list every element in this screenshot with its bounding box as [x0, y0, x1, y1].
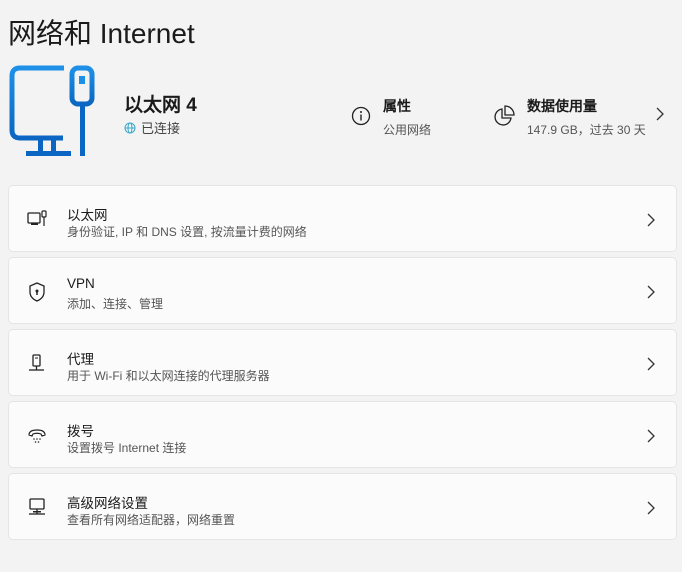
chevron-right-icon: [647, 501, 655, 515]
settings-item-3[interactable]: 拨号设置拨号 Internet 连接: [8, 401, 677, 468]
item-description: 添加、连接、管理: [67, 297, 164, 311]
info-icon: [351, 106, 371, 126]
chevron-right-icon: [647, 213, 655, 227]
chevron-right-icon: [647, 285, 655, 299]
settings-item-1[interactable]: VPN 添加、连接、管理: [8, 257, 677, 324]
proxy-icon: [29, 354, 44, 371]
item-label: VPN: [67, 276, 95, 291]
item-label: 代理: [67, 352, 94, 367]
properties-button[interactable]: 属性 公用网络: [351, 96, 431, 138]
settings-item-0[interactable]: 以太网身份验证, IP 和 DNS 设置, 按流量计费的网络: [8, 185, 677, 252]
data-usage-subtitle: 147.9 GB，过去 30 天: [527, 123, 646, 137]
item-description: 查看所有网络适配器，网络重置: [67, 513, 236, 527]
item-label: 高级网络设置: [67, 496, 148, 511]
ethernet-icon: [27, 210, 47, 226]
ethernet-monitor-icon: [9, 65, 95, 156]
pie-chart-icon: [494, 105, 515, 126]
globe-icon: [124, 122, 136, 133]
status-text: 已连接: [141, 121, 181, 136]
network-adapter-icon: [29, 498, 45, 515]
item-description: 身份验证, IP 和 DNS 设置, 按流量计费的网络: [67, 225, 307, 239]
chevron-right-icon: [647, 429, 655, 443]
item-label: 以太网: [67, 208, 108, 223]
page-title: 网络和 Internet: [8, 18, 195, 49]
chevron-right-icon: [647, 357, 655, 371]
chevron-right-icon[interactable]: [655, 106, 665, 122]
item-description: 设置拨号 Internet 连接: [67, 441, 187, 455]
data-usage-title: 数据使用量: [527, 98, 597, 114]
shield-icon: [29, 282, 45, 302]
dialup-icon: [28, 429, 46, 443]
settings-item-2[interactable]: 代理用于 Wi-Fi 和以太网连接的代理服务器: [8, 329, 677, 396]
settings-item-4[interactable]: 高级网络设置查看所有网络适配器，网络重置: [8, 473, 677, 540]
item-description: 用于 Wi-Fi 和以太网连接的代理服务器: [67, 369, 270, 383]
properties-title: 属性: [383, 98, 411, 114]
connection-name: 以太网 4: [124, 95, 197, 116]
item-label: 拨号: [67, 424, 94, 439]
connection-status: 已连接: [124, 118, 180, 137]
data-usage-button[interactable]: 数据使用量 147.9 GB，过去 30 天: [493, 96, 646, 138]
properties-subtitle: 公用网络: [383, 123, 432, 137]
